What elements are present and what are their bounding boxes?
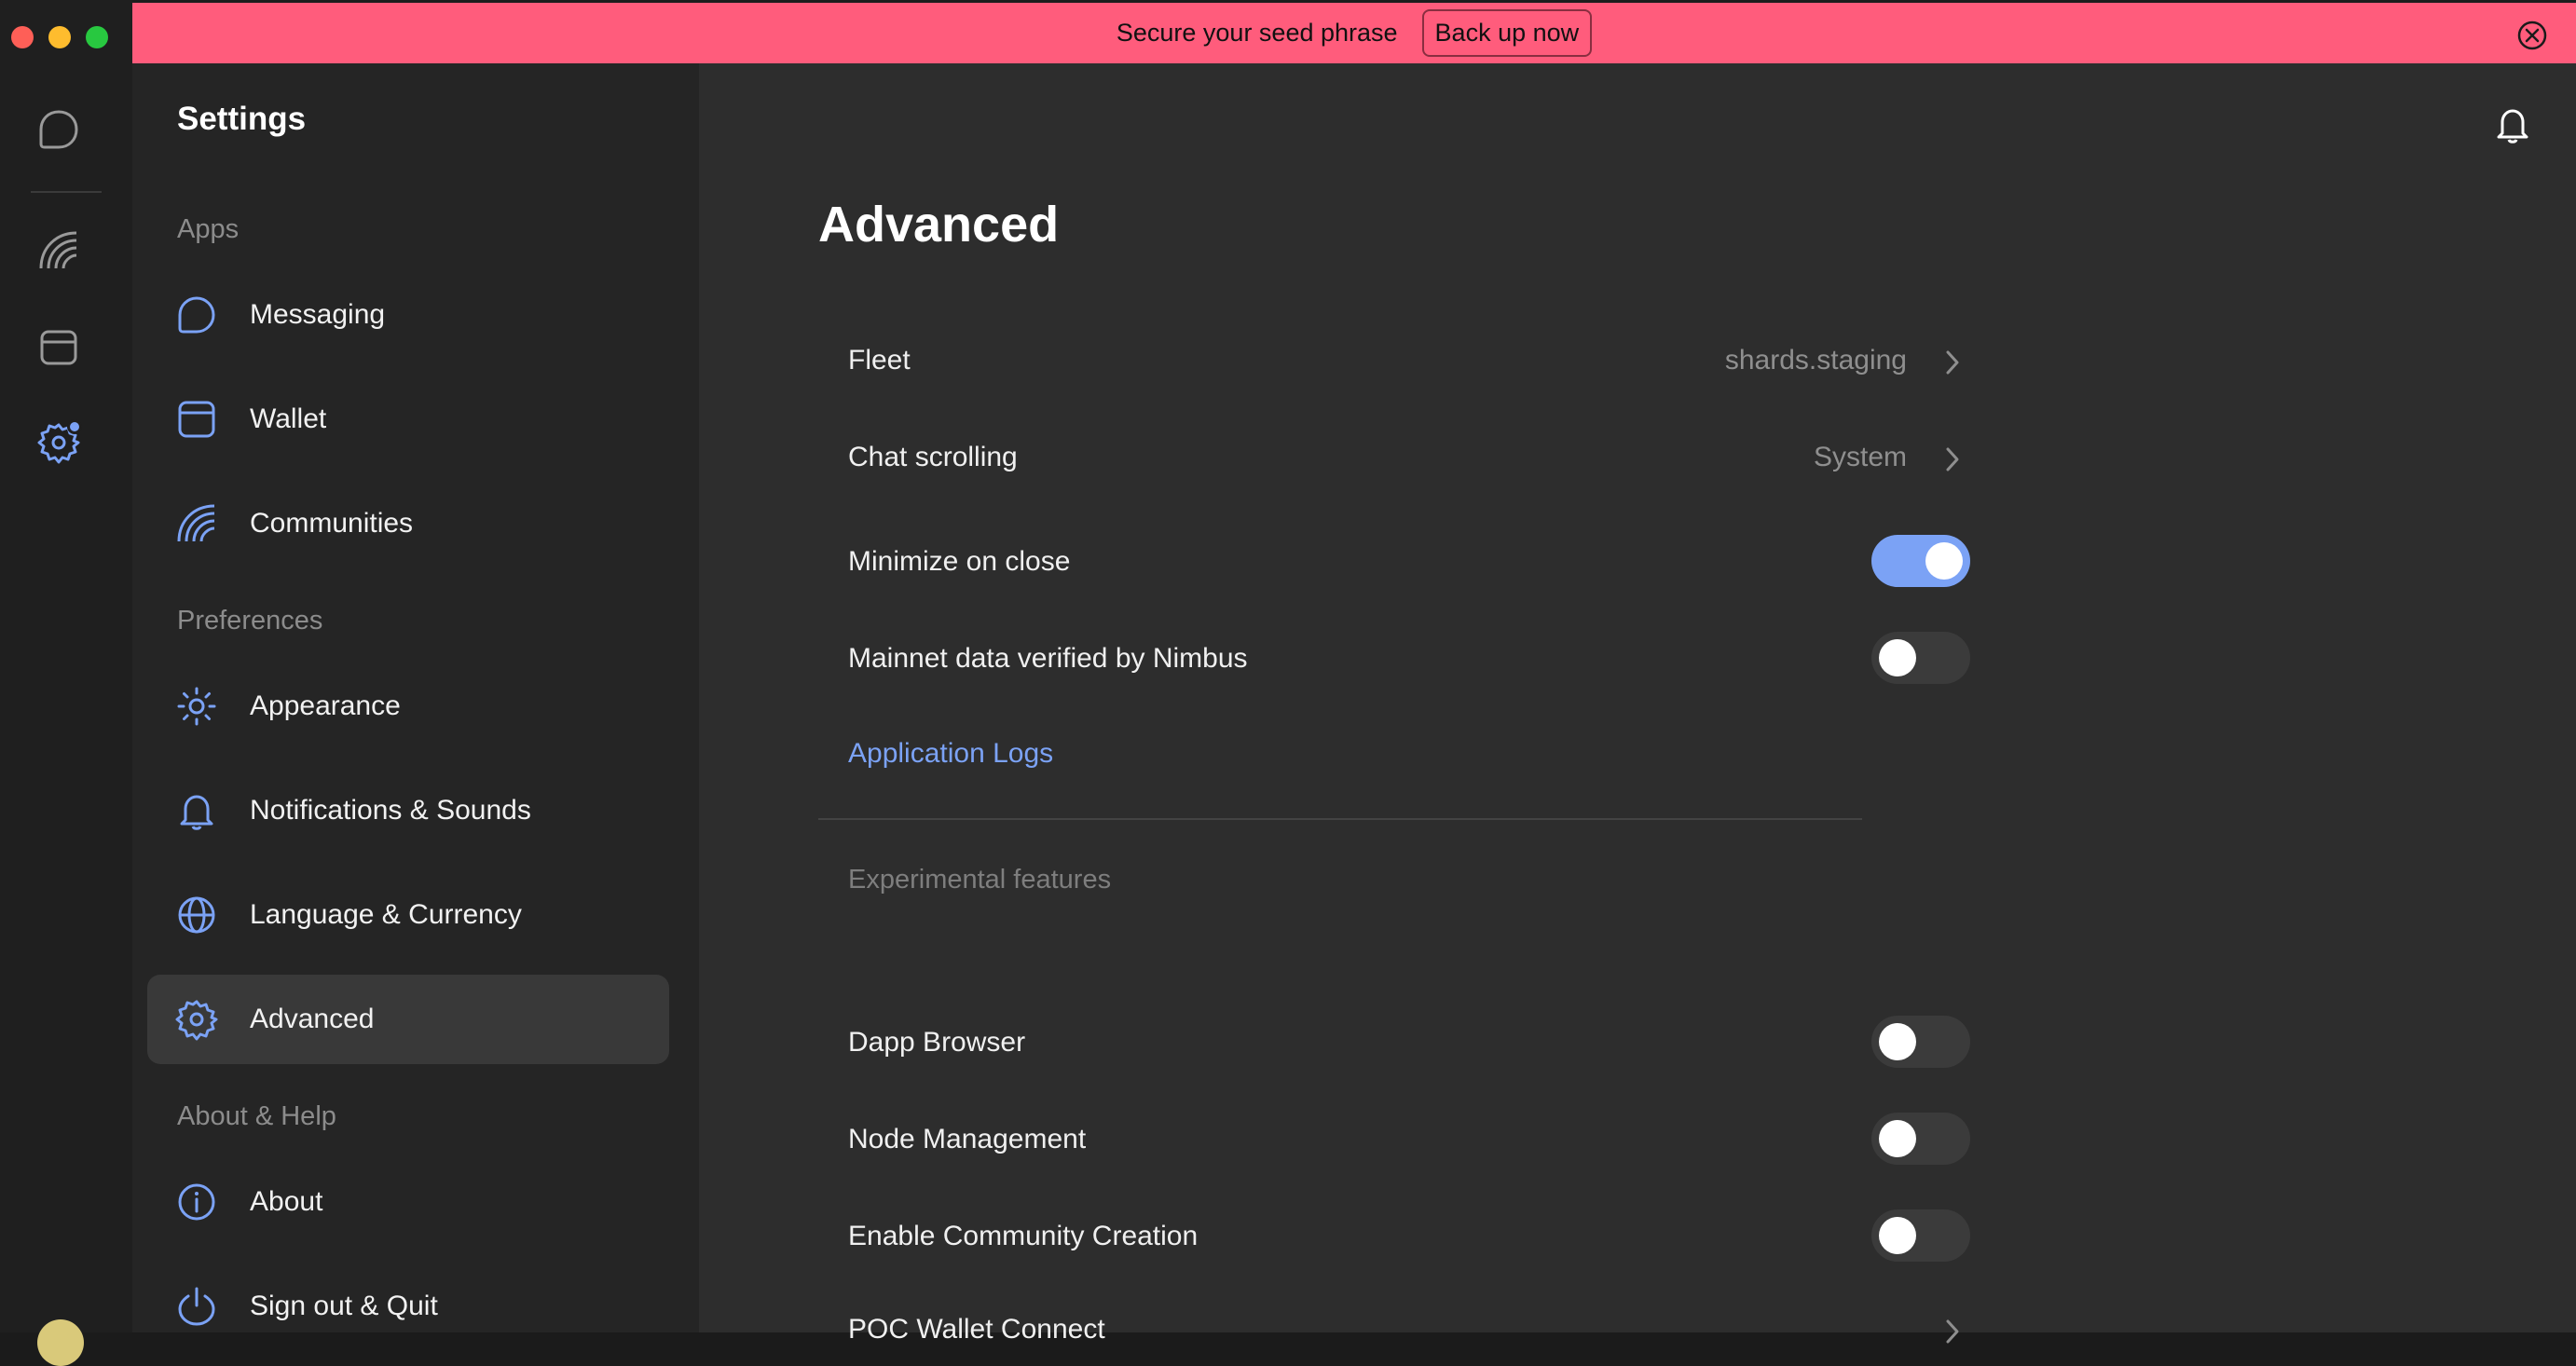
- settings-badge: [67, 419, 82, 434]
- experimental-features-label: Experimental features: [848, 865, 1112, 895]
- wallet-icon[interactable]: [37, 326, 80, 369]
- setting-label: Enable Community Creation: [848, 1221, 1199, 1251]
- section-divider: [818, 818, 1862, 820]
- toggle-knob: [1925, 542, 1963, 580]
- communities-icon: [177, 504, 215, 542]
- sidebar-item-notifications[interactable]: Notifications & Sounds: [147, 766, 669, 855]
- gear-icon: [175, 1000, 218, 1041]
- community-creation-toggle[interactable]: [1871, 1209, 1970, 1262]
- chat-icon[interactable]: [37, 108, 80, 151]
- application-logs-link[interactable]: Application Logs: [848, 738, 1053, 770]
- mainnet-nimbus-toggle[interactable]: [1871, 632, 1970, 684]
- setting-row-chat-scrolling[interactable]: Chat scrolling System: [848, 432, 2520, 485]
- setting-row-mainnet-nimbus: Mainnet data verified by Nimbus: [848, 621, 2520, 695]
- sidebar-item-wallet[interactable]: Wallet: [147, 375, 669, 464]
- sidebar-item-label: Sign out & Quit: [250, 1291, 438, 1321]
- chevron-right-icon: [1946, 1319, 1959, 1344]
- setting-row-poc-wallet-connect[interactable]: POC Wallet Connect: [848, 1305, 2520, 1357]
- sidebar-item-label: Notifications & Sounds: [250, 795, 531, 826]
- zoom-window-button[interactable]: [86, 26, 108, 48]
- sidebar-item-about[interactable]: About: [147, 1157, 669, 1247]
- seed-phrase-banner: Secure your seed phrase Back up now: [132, 0, 2576, 63]
- section-label-preferences: Preferences: [177, 606, 323, 635]
- chevron-right-icon: [1946, 447, 1959, 471]
- bell-icon: [180, 795, 213, 830]
- sidebar-item-communities[interactable]: Communities: [147, 479, 669, 568]
- minimize-on-close-toggle[interactable]: [1871, 535, 1970, 587]
- setting-row-fleet[interactable]: Fleet shards.staging: [848, 335, 2520, 388]
- sidebar-item-label: About: [250, 1186, 323, 1217]
- setting-value: System: [1813, 442, 1907, 472]
- toggle-knob: [1879, 1120, 1916, 1157]
- setting-label: Mainnet data verified by Nimbus: [848, 643, 1248, 674]
- chat-icon: [178, 296, 215, 334]
- node-management-toggle[interactable]: [1871, 1113, 1970, 1165]
- sidebar-item-label: Advanced: [250, 1004, 375, 1034]
- sidebar-item-messaging[interactable]: Messaging: [147, 270, 669, 360]
- toggle-knob: [1879, 1023, 1916, 1060]
- communities-icon[interactable]: [37, 229, 80, 272]
- avatar[interactable]: [37, 1319, 84, 1366]
- main-content: Advanced Fleet shards.staging Chat scrol…: [699, 63, 2576, 1345]
- window-controls: [11, 26, 108, 48]
- setting-value: shards.staging: [1724, 345, 1907, 376]
- notifications-bell-icon[interactable]: [2494, 104, 2531, 145]
- toggle-knob: [1879, 639, 1916, 676]
- section-label-apps: Apps: [177, 214, 240, 244]
- setting-row-minimize-on-close: Minimize on close: [848, 524, 2520, 598]
- setting-row-dapp-browser: Dapp Browser: [848, 1004, 2520, 1079]
- chevron-right-icon: [1946, 350, 1959, 375]
- setting-label: Dapp Browser: [848, 1027, 1026, 1058]
- power-icon: [178, 1287, 215, 1326]
- setting-row-community-creation: Enable Community Creation: [848, 1198, 2520, 1273]
- back-up-now-button[interactable]: Back up now: [1421, 9, 1593, 57]
- setting-label: POC Wallet Connect: [848, 1314, 1105, 1345]
- sidebar-item-label: Appearance: [250, 690, 401, 721]
- section-label-about-help: About & Help: [177, 1101, 336, 1131]
- setting-row-node-management: Node Management: [848, 1101, 2520, 1176]
- sidebar-item-sign-out[interactable]: Sign out & Quit: [147, 1262, 669, 1351]
- sidebar-item-label: Communities: [250, 508, 414, 539]
- sidebar-title: Settings: [177, 101, 307, 137]
- sidebar-item-label: Messaging: [250, 299, 386, 330]
- rail-divider: [31, 191, 102, 193]
- toggle-knob: [1879, 1217, 1916, 1254]
- settings-sidebar: Settings Apps Messaging Wallet Communiti…: [132, 63, 699, 1332]
- app-rail: [0, 63, 132, 1366]
- sidebar-item-label: Wallet: [250, 403, 327, 434]
- wallet-icon: [178, 401, 215, 438]
- setting-label: Minimize on close: [848, 546, 1071, 577]
- sidebar-item-advanced[interactable]: Advanced: [147, 975, 669, 1064]
- sun-icon: [177, 687, 216, 726]
- info-icon: [178, 1183, 215, 1221]
- sidebar-item-language-currency[interactable]: Language & Currency: [147, 870, 669, 960]
- close-window-button[interactable]: [11, 26, 34, 48]
- dapp-browser-toggle[interactable]: [1871, 1016, 1970, 1068]
- minimize-window-button[interactable]: [48, 26, 71, 48]
- banner-text: Secure your seed phrase: [1116, 19, 1398, 47]
- setting-label: Node Management: [848, 1124, 1087, 1154]
- close-banner-icon[interactable]: [2516, 20, 2548, 51]
- sidebar-item-appearance[interactable]: Appearance: [147, 662, 669, 751]
- page-title: Advanced: [818, 197, 1060, 253]
- globe-icon: [178, 896, 215, 934]
- app-window: Secure your seed phrase Back up now Sett…: [0, 0, 2576, 1366]
- sidebar-item-label: Language & Currency: [250, 899, 522, 930]
